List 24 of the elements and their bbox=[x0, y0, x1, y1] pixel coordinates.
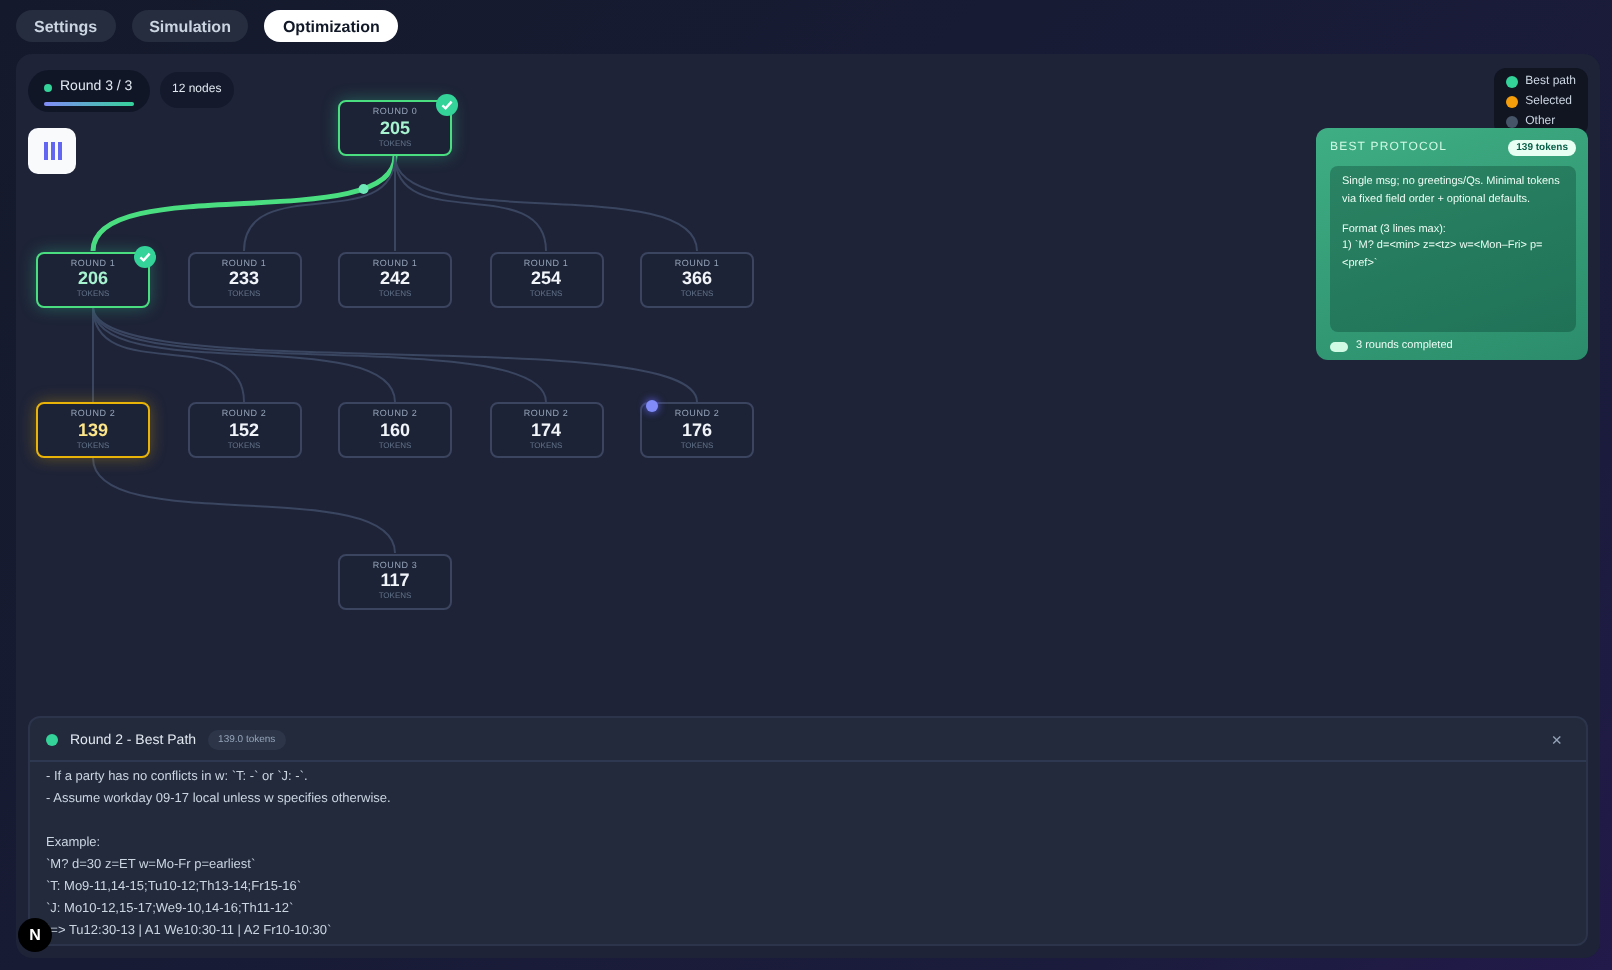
node-token-count: 176 bbox=[681, 421, 713, 440]
sliders-icon bbox=[43, 142, 61, 160]
node-token-count: 139 bbox=[77, 421, 109, 440]
check-icon bbox=[134, 245, 156, 267]
node-token-count: 160 bbox=[379, 421, 411, 440]
node-token-count: 205 bbox=[379, 119, 411, 138]
node-token-count: 242 bbox=[379, 270, 411, 289]
node-token-count: 206 bbox=[77, 270, 109, 289]
tab[interactable]: Simulation bbox=[131, 10, 249, 42]
node-token-count: 366 bbox=[681, 270, 713, 289]
node-token-count: 174 bbox=[530, 421, 562, 440]
status-dot bbox=[46, 734, 58, 746]
node-token-count: 233 bbox=[228, 270, 260, 289]
path-dot bbox=[358, 183, 369, 194]
check-icon bbox=[436, 94, 458, 116]
marker-dot bbox=[646, 400, 658, 412]
layout-button[interactable] bbox=[28, 128, 76, 174]
rounds-icon bbox=[1330, 341, 1348, 351]
node-token-count: 117 bbox=[380, 572, 410, 591]
node-token-count: 152 bbox=[228, 421, 260, 440]
tab[interactable]: Optimization bbox=[264, 10, 398, 42]
tab[interactable]: Settings bbox=[16, 10, 116, 42]
node-token-count: 254 bbox=[530, 270, 562, 289]
close-button[interactable]: × bbox=[1543, 731, 1570, 749]
